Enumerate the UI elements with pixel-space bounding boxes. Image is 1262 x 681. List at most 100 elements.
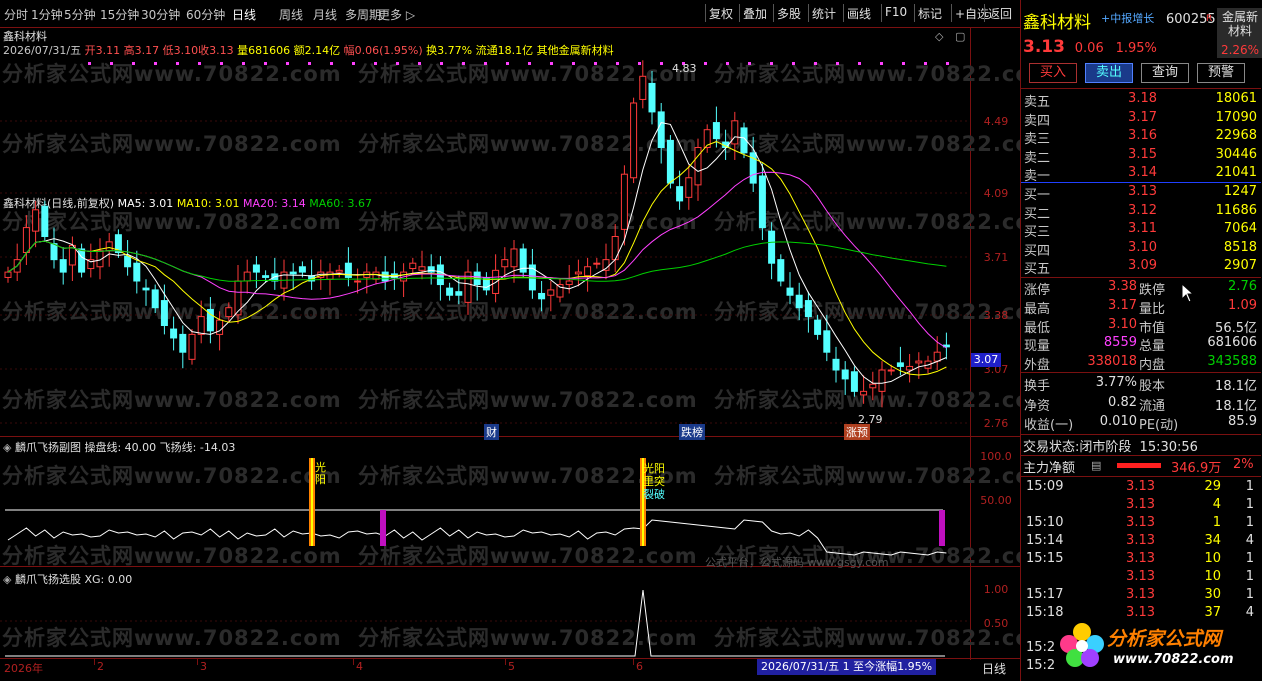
stat-label: 外盘 xyxy=(1024,358,1051,374)
ask-label: 卖二 xyxy=(1024,150,1051,166)
top-marker xyxy=(418,62,421,65)
tool-button-8[interactable]: 返回 xyxy=(988,5,1012,22)
candle-body xyxy=(878,369,886,392)
time-tick: 6 xyxy=(636,660,643,673)
tick-time-cut: 15:2 xyxy=(1026,640,1056,655)
time-tick-mark xyxy=(353,659,354,665)
candle-body xyxy=(584,266,592,277)
sub2-title: 麟爪飞扬选股 xyxy=(14,573,81,586)
top-marker xyxy=(308,62,311,65)
candle-body xyxy=(574,271,582,275)
candle-body xyxy=(59,259,67,273)
main-flow-icon[interactable]: ▤ xyxy=(1091,459,1101,472)
query-button[interactable]: 查询 xyxy=(1141,63,1189,83)
stat-row: 收益(一) 0.010 PE(动) 85.9 xyxy=(1021,413,1261,433)
tick-count: 4 xyxy=(1245,533,1254,548)
stock-flag: R xyxy=(1206,14,1213,24)
tick-count: 1 xyxy=(1245,569,1254,584)
top-marker xyxy=(924,62,927,65)
candle-body xyxy=(289,271,297,275)
main-flow-row[interactable]: 主力净额 ▤ 346.9万 2% xyxy=(1021,456,1261,476)
bid-price: 3.11 xyxy=(1128,221,1157,236)
ma20-line xyxy=(7,171,947,349)
ask-row[interactable]: 卖二 3.15 30446 xyxy=(1021,146,1261,166)
mouse-cursor-icon xyxy=(1181,283,1195,303)
top-marker xyxy=(550,62,553,65)
candle-body xyxy=(593,262,601,265)
ask-row[interactable]: 卖四 3.17 17090 xyxy=(1021,109,1261,129)
tick-time-cut: 15:2 xyxy=(1026,658,1056,673)
sub1-collapse-icon[interactable]: ◈ xyxy=(3,441,11,454)
bid-row[interactable]: 买五 3.09 2907 xyxy=(1021,257,1261,277)
candle-body xyxy=(676,186,684,202)
candle-body xyxy=(804,300,812,318)
stat-value: 3.17 xyxy=(1108,297,1137,313)
bid-volume: 11686 xyxy=(1215,202,1257,218)
time-tick: 2026年 xyxy=(4,662,43,675)
bid-row[interactable]: 买四 3.10 8518 xyxy=(1021,239,1261,259)
candle-body xyxy=(501,259,509,268)
sub1-title: 麟爪飞扬副图 xyxy=(14,441,81,454)
candle-body xyxy=(850,371,858,392)
time-tick: 4 xyxy=(356,660,363,673)
top-marker xyxy=(176,62,179,65)
top-marker xyxy=(396,62,399,65)
bid-row[interactable]: 买一 3.13 1247 xyxy=(1021,183,1261,203)
sub1-tag-2b: 里突 xyxy=(643,475,665,488)
candle-body xyxy=(648,82,656,113)
stat-label-2: 市值 xyxy=(1139,320,1166,336)
bid-row[interactable]: 买二 3.12 11686 xyxy=(1021,202,1261,222)
trade-status-value: 闭市阶段 xyxy=(1079,440,1132,455)
top-marker xyxy=(638,62,641,65)
buy-button[interactable]: 买入 xyxy=(1029,63,1077,83)
top-marker xyxy=(264,62,267,65)
tick-time: 15:14 xyxy=(1026,533,1064,548)
tick-row: 15:09 3.13 29 1 xyxy=(1021,478,1261,497)
top-marker xyxy=(484,62,487,65)
top-marker xyxy=(198,62,201,65)
candle-body xyxy=(179,333,187,353)
ask-label: 卖四 xyxy=(1024,113,1051,129)
price-change: 0.06 xyxy=(1074,41,1104,56)
candle-body xyxy=(915,360,923,364)
top-marker xyxy=(858,62,861,65)
ask-row[interactable]: 卖三 3.16 22968 xyxy=(1021,127,1261,147)
sector-name: 金属新材料 xyxy=(1221,10,1258,38)
stat-value: 3.77% xyxy=(1095,375,1137,390)
stat-label: 最高 xyxy=(1024,301,1051,317)
candle-body xyxy=(666,139,674,184)
stat-value-2: 18.1亿 xyxy=(1215,398,1257,414)
sub1-footer: 公式平台，公式源码 www.gsgy.com xyxy=(705,556,889,569)
tick-volume: 29 xyxy=(1204,479,1221,494)
ask-volume: 18061 xyxy=(1215,91,1257,106)
event-finance[interactable]: 财 xyxy=(484,424,499,440)
ask-row[interactable]: 卖五 3.18 18061 xyxy=(1021,90,1261,110)
top-marker xyxy=(594,62,597,65)
sub1-signal-core xyxy=(311,458,313,546)
ma5-line xyxy=(7,122,947,384)
trade-status-label: 交易状态: xyxy=(1023,440,1080,455)
top-marker xyxy=(506,62,509,65)
candle-body xyxy=(814,319,822,335)
quote-panel: 鑫科材料 +中报增长 600255 R 金属新材料 2.26% 3.13 0.0… xyxy=(1020,0,1262,681)
candle-body xyxy=(41,205,49,238)
sub2-collapse-icon[interactable]: ◈ xyxy=(3,573,11,586)
candle-body xyxy=(151,289,159,309)
ask-row[interactable]: 卖一 3.14 21041 xyxy=(1021,164,1261,184)
event-dragon[interactable]: 跌榜 xyxy=(679,424,705,440)
candle-body xyxy=(372,271,380,280)
sell-button[interactable]: 卖出 xyxy=(1085,63,1133,83)
period-indicator[interactable]: 日线 xyxy=(982,660,1006,677)
sector-box[interactable]: 金属新材料 2.26% xyxy=(1217,8,1262,58)
sub2-line1: XG: 0.00 xyxy=(84,573,133,586)
alert-button[interactable]: 预警 xyxy=(1197,63,1245,83)
top-marker xyxy=(286,62,289,65)
event-limit[interactable]: 涨预 xyxy=(844,424,870,440)
top-marker xyxy=(946,62,949,65)
candle-body xyxy=(538,292,546,300)
candle-body xyxy=(565,280,573,286)
ask-price: 3.15 xyxy=(1128,146,1157,162)
candle-body xyxy=(124,255,132,268)
top-marker xyxy=(528,62,531,65)
bid-row[interactable]: 买三 3.11 7064 xyxy=(1021,220,1261,240)
